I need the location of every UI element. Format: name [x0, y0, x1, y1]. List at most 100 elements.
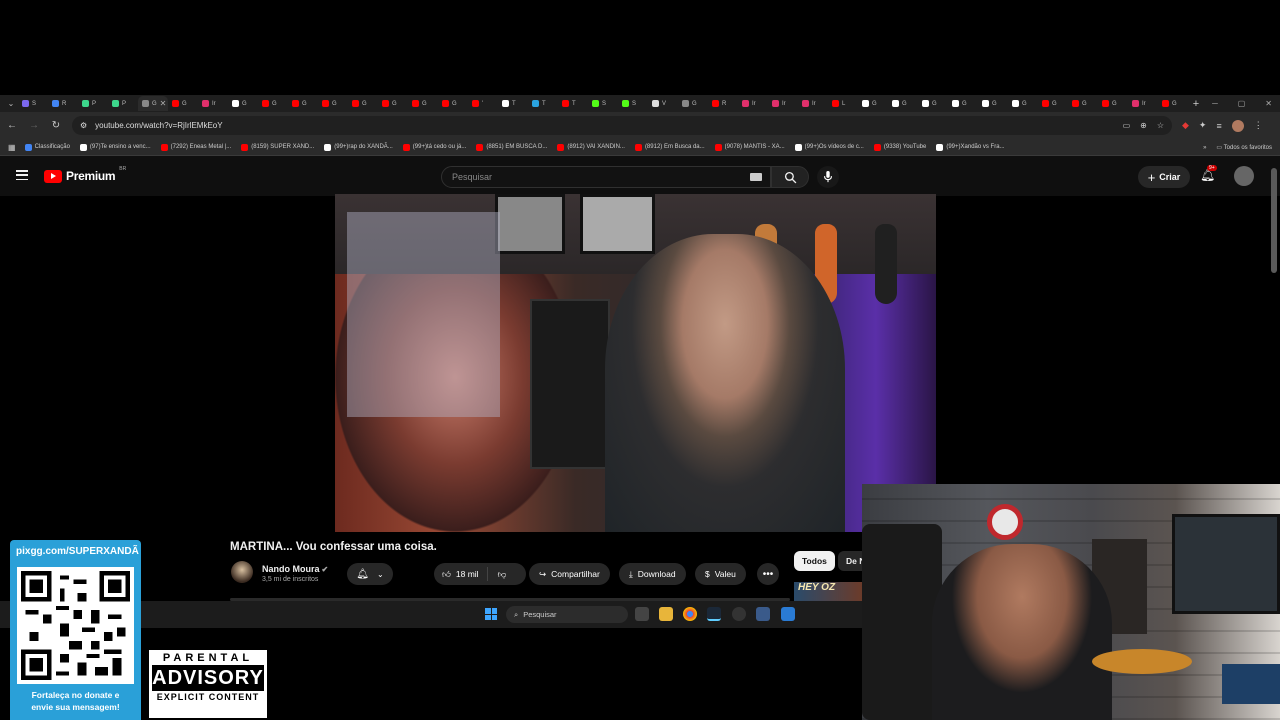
browser-tab[interactable]: T: [498, 96, 528, 111]
browser-tab[interactable]: R: [48, 96, 78, 111]
browser-tab[interactable]: G: [978, 96, 1008, 111]
browser-tab[interactable]: Ir: [768, 96, 798, 111]
share-button[interactable]: ↪ Compartilhar: [529, 563, 610, 585]
browser-tab[interactable]: Ir: [738, 96, 768, 111]
browser-tab[interactable]: R: [708, 96, 738, 111]
more-actions-button[interactable]: •••: [757, 563, 779, 585]
filter-chip-all[interactable]: Todos: [794, 551, 835, 571]
bookmark-star-icon[interactable]: ☆: [1157, 121, 1164, 130]
browser-tab[interactable]: G: [408, 96, 438, 111]
create-button[interactable]: + Criar: [1138, 166, 1190, 188]
browser-tab[interactable]: V: [648, 96, 678, 111]
steam-icon[interactable]: [707, 607, 721, 621]
account-avatar[interactable]: [1234, 166, 1254, 186]
browser-tab[interactable]: G: [288, 96, 318, 111]
forward-icon[interactable]: →: [28, 120, 40, 131]
browser-tab[interactable]: G: [858, 96, 888, 111]
browser-tab[interactable]: G ✕: [138, 96, 168, 111]
address-bar[interactable]: ⚙ youtube.com/watch?v=RjIrlEMkEoY ▭ ⊕ ☆: [72, 116, 1172, 135]
browser-menu-icon[interactable]: ⋮: [1254, 120, 1263, 131]
keyboard-icon[interactable]: [750, 173, 762, 181]
browser-tab[interactable]: G: [1068, 96, 1098, 111]
video-player[interactable]: [335, 194, 936, 532]
settings-icon[interactable]: [756, 607, 770, 621]
browser-tab[interactable]: G: [318, 96, 348, 111]
obs-icon[interactable]: [732, 607, 746, 621]
browser-tab[interactable]: G: [1038, 96, 1068, 111]
profile-avatar[interactable]: [1231, 119, 1244, 132]
reload-icon[interactable]: ↻: [50, 120, 62, 131]
bookmark-item[interactable]: (8851) EM BUSCA D...: [476, 143, 547, 151]
bookmark-item[interactable]: (9078) MANTIS - XA...: [714, 143, 785, 151]
browser-tab[interactable]: P: [78, 96, 108, 111]
browser-tab[interactable]: G: [1008, 96, 1038, 111]
related-video-thumbnail[interactable]: HEY OZ: [794, 582, 862, 602]
dislike-button[interactable]: 👎︎: [488, 569, 517, 580]
bookmark-item[interactable]: (8912) Em Busca da...: [634, 143, 705, 151]
browser-tab[interactable]: G: [678, 96, 708, 111]
browser-tab[interactable]: G: [228, 96, 258, 111]
browser-tab[interactable]: G: [378, 96, 408, 111]
browser-tab[interactable]: S: [618, 96, 648, 111]
windows-start-icon[interactable]: [485, 608, 497, 620]
bookmark-item[interactable]: (9338) YouTube: [873, 143, 926, 151]
like-button[interactable]: 👍︎ 18 mil: [434, 567, 488, 581]
browser-tab[interactable]: L: [828, 96, 858, 111]
thanks-button[interactable]: $ Valeu: [695, 563, 746, 585]
bookmark-item[interactable]: (7292) Eneas Metal |...: [160, 143, 231, 151]
bookmark-item[interactable]: (99+)tá cedo ou já...: [402, 143, 466, 151]
browser-tab[interactable]: T: [528, 96, 558, 111]
browser-tab[interactable]: G: [168, 96, 198, 111]
extension-shield-icon[interactable]: ◆: [1182, 120, 1189, 131]
menu-icon[interactable]: [16, 170, 28, 180]
browser-tab[interactable]: P: [108, 96, 138, 111]
notifications-button[interactable]: 🔔︎ 9+: [1200, 165, 1217, 182]
channel-avatar[interactable]: [231, 561, 253, 583]
all-bookmarks-folder[interactable]: ▭ Todos os favoritos: [1216, 144, 1272, 151]
channel-name-link[interactable]: Nando Moura ✔: [262, 564, 328, 574]
chrome-icon[interactable]: [683, 607, 697, 621]
maximize-icon[interactable]: ▢: [1238, 99, 1246, 108]
browser-tab[interactable]: G: [1158, 96, 1188, 111]
browser-tab[interactable]: S: [588, 96, 618, 111]
search-input[interactable]: Pesquisar: [441, 166, 771, 188]
browser-tab[interactable]: G: [918, 96, 948, 111]
browser-tab[interactable]: S: [18, 96, 48, 111]
close-tab-icon[interactable]: ✕: [160, 99, 167, 108]
new-tab-button[interactable]: +: [1188, 98, 1204, 110]
browser-tab[interactable]: ': [468, 96, 498, 111]
tab-search-chevron-icon[interactable]: ⌄: [4, 97, 18, 111]
media-controls-icon[interactable]: ≡: [1216, 121, 1221, 131]
bookmark-item[interactable]: (99+)rap do XANDÃ...: [324, 143, 393, 151]
download-button[interactable]: ⤓ Download: [619, 563, 686, 585]
apps-grid-icon[interactable]: ▦: [8, 143, 16, 152]
bookmark-item[interactable]: (97)Te ensino a venc...: [79, 143, 151, 151]
task-view-icon[interactable]: [635, 607, 649, 621]
voice-search-button[interactable]: [817, 166, 839, 188]
zoom-icon[interactable]: ⊕: [1140, 121, 1147, 130]
browser-tab[interactable]: Ir: [1128, 96, 1158, 111]
back-icon[interactable]: ←: [6, 120, 18, 131]
bookmark-item[interactable]: (99+)Xandão vs Fra...: [936, 143, 1005, 151]
minimize-icon[interactable]: ─: [1212, 99, 1218, 108]
taskbar-search-input[interactable]: ⌕ Pesquisar: [506, 606, 628, 623]
close-window-icon[interactable]: ✕: [1265, 99, 1272, 108]
cast-icon[interactable]: ▭: [1123, 121, 1131, 130]
browser-tab[interactable]: T: [558, 96, 588, 111]
page-scrollbar[interactable]: [1271, 168, 1277, 273]
more-bookmarks-icon[interactable]: »: [1203, 145, 1206, 151]
youtube-premium-logo[interactable]: Premium BR: [44, 166, 126, 183]
bookmark-item[interactable]: (8159) SUPER XAND...: [241, 143, 314, 151]
browser-tab[interactable]: G: [258, 96, 288, 111]
search-button[interactable]: [771, 166, 809, 188]
bookmark-item[interactable]: (8912) VAI XANDIN...: [557, 143, 625, 151]
site-info-icon[interactable]: ⚙: [80, 121, 87, 130]
bookmark-item[interactable]: (99+)Os vídeos de c...: [794, 143, 864, 151]
browser-tab[interactable]: G: [948, 96, 978, 111]
browser-tab[interactable]: G: [348, 96, 378, 111]
browser-tab[interactable]: G: [1098, 96, 1128, 111]
app-icon[interactable]: [781, 607, 795, 621]
browser-tab[interactable]: Ir: [198, 96, 228, 111]
browser-tab[interactable]: G: [438, 96, 468, 111]
bookmark-item[interactable]: Classificação: [24, 143, 70, 151]
